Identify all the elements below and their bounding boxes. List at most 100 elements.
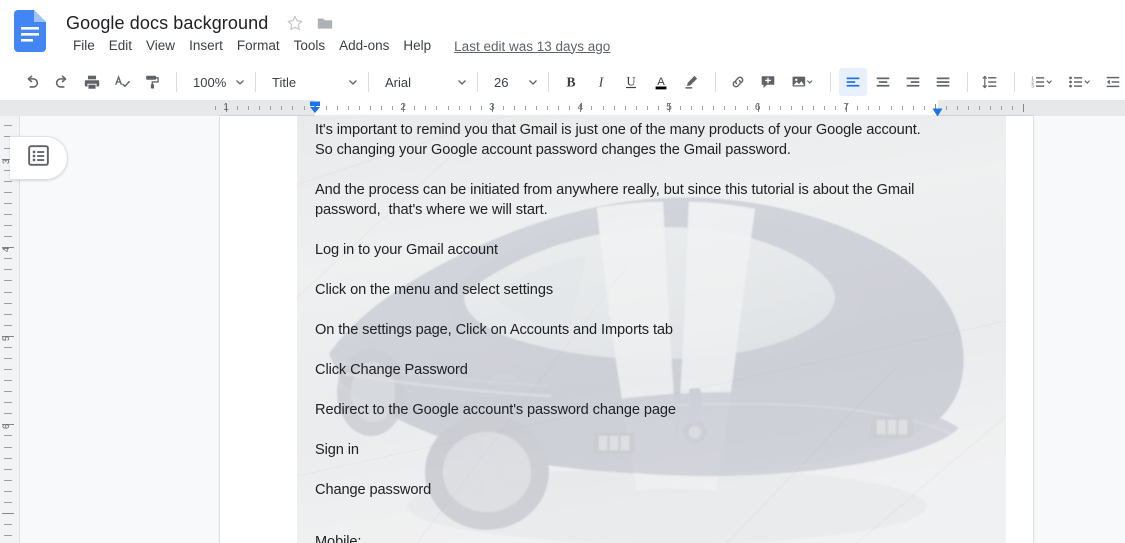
vertical-ruler-tick (4, 535, 12, 537)
italic-button[interactable]: I (587, 68, 615, 96)
vertical-ruler-number: 5 (1, 335, 11, 341)
vertical-ruler-tick (4, 490, 12, 492)
highlight-pen-icon[interactable] (677, 68, 705, 96)
toolbar-divider (715, 72, 716, 92)
menu-item-view[interactable]: View (139, 36, 182, 56)
numbered-list-icon[interactable]: 1 2 3 (1023, 68, 1059, 96)
vertical-ruler-tick (4, 435, 12, 437)
print-icon[interactable] (78, 68, 106, 96)
font-family-select[interactable]: Arial (377, 68, 469, 96)
app-header: Google docs background File Edit View In… (0, 0, 1125, 64)
vertical-ruler-tick (4, 225, 12, 227)
ruler-tick (336, 106, 338, 110)
document-area: 3456 It's important to remind you that G… (0, 116, 1125, 543)
ruler-tick (735, 106, 737, 110)
ruler-tick (1001, 106, 1003, 110)
vertical-ruler-tick (4, 413, 12, 415)
toolbar-divider (548, 72, 549, 92)
paragraph-line: And the process can be initiated from an… (315, 182, 915, 198)
underline-button[interactable]: U (617, 68, 645, 96)
paint-format-icon[interactable] (138, 68, 166, 96)
toolbar-divider (477, 72, 478, 92)
vertical-ruler-tick (4, 479, 12, 481)
ruler-number: 4 (577, 102, 584, 113)
document-outline-button[interactable] (10, 136, 68, 180)
ruler-tick (602, 106, 604, 110)
page-title[interactable]: Google docs background (66, 13, 268, 34)
ruler-number: 5 (666, 102, 672, 113)
document-page[interactable]: It's important to remind you that Gmail … (220, 116, 1033, 543)
zoom-value: 100% (193, 74, 227, 90)
menu-item-tools[interactable]: Tools (287, 36, 333, 56)
last-edit-link[interactable]: Last edit was 13 days ago (454, 39, 610, 54)
link-icon[interactable] (724, 68, 752, 96)
ruler-tick (879, 106, 881, 110)
line-spacing-icon[interactable] (976, 68, 1004, 96)
ruler-tick (713, 106, 715, 110)
menu-item-file[interactable]: File (66, 36, 102, 56)
ruler-tick (270, 106, 272, 110)
ruler-tick (259, 106, 261, 110)
redo-icon[interactable] (48, 68, 76, 96)
ruler-tick (358, 106, 360, 110)
align-left-icon[interactable] (839, 68, 867, 96)
ruler-number: 1 (223, 102, 229, 113)
add-comment-icon[interactable] (754, 68, 782, 96)
document-text-content[interactable]: It's important to remind you that Gmail … (315, 116, 955, 543)
ruler-number: 7 (843, 102, 849, 113)
vertical-ruler-tick (4, 313, 12, 315)
font-size-select[interactable]: 26 (486, 68, 540, 96)
zoom-select[interactable]: 100% (185, 68, 247, 96)
vertical-ruler[interactable]: 3456 (0, 116, 20, 543)
paragraph-line: Click on the menu and select settings (315, 282, 554, 298)
menu-item-format[interactable]: Format (230, 36, 287, 56)
decrease-indent-icon[interactable] (1099, 68, 1125, 96)
ruler-tick (990, 106, 992, 110)
vertical-ruler-tick (4, 391, 12, 393)
menu-item-insert[interactable]: Insert (182, 36, 230, 56)
star-icon[interactable] (286, 14, 304, 32)
bulleted-list-icon[interactable] (1061, 68, 1097, 96)
undo-icon[interactable] (18, 68, 46, 96)
align-right-icon[interactable] (899, 68, 927, 96)
ruler-tick (381, 106, 383, 110)
chevron-down-icon (348, 77, 358, 87)
ruler-tick (281, 106, 283, 110)
spellcheck-icon[interactable] (108, 68, 136, 96)
vertical-ruler-tick (4, 324, 12, 326)
ruler-tick (779, 106, 781, 110)
vertical-ruler-tick (4, 369, 12, 371)
menu-item-help[interactable]: Help (396, 36, 438, 56)
align-center-icon[interactable] (869, 68, 897, 96)
ruler-tick (214, 106, 216, 110)
folder-icon[interactable] (316, 14, 334, 32)
right-indent-marker[interactable] (932, 104, 943, 117)
svg-text:B: B (566, 75, 575, 90)
vertical-ruler-tick (4, 291, 12, 293)
menu-bar: File Edit View Insert Format Tools Add-o… (66, 36, 610, 56)
menu-item-add-ons[interactable]: Add-ons (332, 36, 396, 56)
ruler-tick (536, 106, 538, 110)
vertical-ruler-tick (4, 402, 12, 404)
insert-image-icon[interactable] (784, 68, 820, 96)
ruler-tick (558, 106, 560, 110)
svg-text:I: I (598, 75, 605, 90)
ruler-tick (624, 106, 626, 110)
ruler-tick (325, 106, 327, 110)
menu-item-edit[interactable]: Edit (102, 36, 139, 56)
ruler-number: 3 (489, 102, 495, 113)
outline-list-icon (28, 145, 49, 171)
text-color-button[interactable]: A (647, 68, 675, 96)
chevron-down-icon (457, 77, 467, 87)
chevron-down-icon (528, 77, 538, 87)
font-size-value: 26 (494, 74, 509, 90)
google-docs-icon[interactable] (14, 10, 46, 52)
bold-button[interactable]: B (557, 68, 585, 96)
horizontal-ruler[interactable]: 11234567 (0, 100, 1125, 117)
ruler-tick (691, 106, 693, 110)
svg-text:3: 3 (1031, 84, 1034, 90)
align-justify-icon[interactable] (929, 68, 957, 96)
left-indent-marker[interactable] (309, 101, 321, 115)
vertical-ruler-tick (4, 180, 12, 182)
paragraph-style-select[interactable]: Title (264, 68, 360, 96)
